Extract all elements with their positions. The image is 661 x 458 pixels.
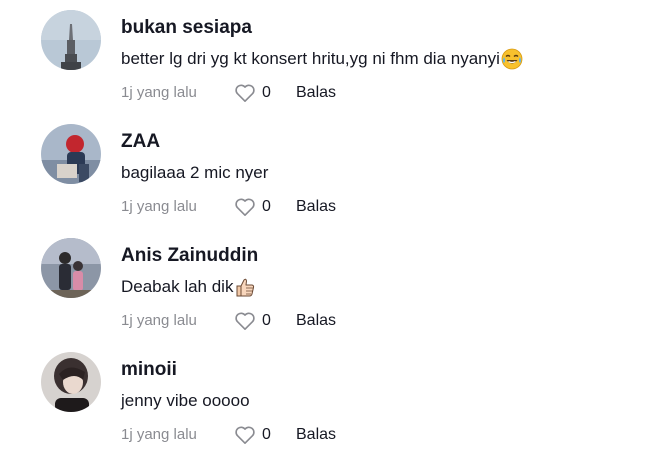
reply-button[interactable]: Balas [296,310,336,332]
reply-button[interactable]: Balas [296,82,336,104]
like-count: 0 [262,426,271,443]
comment-text: bagilaaa 2 mic nyer [121,162,268,184]
comment-timestamp: 1j yang lalu [121,198,197,215]
comment-timestamp: 1j yang lalu [121,312,197,329]
comment-username[interactable]: ZAA [121,130,160,154]
comment-text: Deabak lah dik [121,276,256,298]
comment-body: Deabak lah dik [121,277,234,296]
comment-body: better lg dri yg kt konsert hritu,yg ni … [121,49,500,68]
like-button[interactable]: 0 [234,82,296,104]
tears-of-joy-emoji-icon [501,48,523,70]
comment-body: jenny vibe ooooo [121,391,250,410]
avatar[interactable] [41,238,101,298]
comment-timestamp: 1j yang lalu [121,426,197,443]
avatar[interactable] [41,124,101,184]
heart-icon [235,84,255,102]
like-button[interactable]: 0 [234,196,296,218]
comment-item: bukan sesiapa better lg dri yg kt konser… [0,0,661,114]
like-button[interactable]: 0 [234,310,296,332]
like-count: 0 [262,312,271,329]
comment-meta: 1j yang lalu 0 Balas [121,196,336,218]
comment-meta: 1j yang lalu 0 Balas [121,82,336,104]
avatar-tower-image [41,10,101,70]
comment-username[interactable]: minoii [121,358,177,382]
avatar[interactable] [41,352,101,412]
heart-icon [235,312,255,330]
comment-meta: 1j yang lalu 0 Balas [121,310,336,332]
avatar-person-red-hijab-image [41,124,101,184]
comment-text: jenny vibe ooooo [121,390,250,412]
comment-list: bukan sesiapa better lg dri yg kt konser… [0,0,661,458]
comment-text: better lg dri yg kt konsert hritu,yg ni … [121,48,523,70]
heart-icon [235,426,255,444]
thumbs-up-emoji-icon [234,276,256,298]
reply-button[interactable]: Balas [296,196,336,218]
comment-item: minoii jenny vibe ooooo 1j yang lalu 0 B… [0,342,661,456]
comment-item: Anis Zainuddin Deabak lah dik 1j yang la… [0,228,661,342]
heart-icon [235,198,255,216]
avatar[interactable] [41,10,101,70]
comment-username[interactable]: bukan sesiapa [121,16,252,40]
avatar-portrait-image [41,352,101,412]
like-count: 0 [262,84,271,101]
comment-meta: 1j yang lalu 0 Balas [121,424,336,446]
like-button[interactable]: 0 [234,424,296,446]
comment-item: ZAA bagilaaa 2 mic nyer 1j yang lalu 0 B… [0,114,661,228]
comment-body: bagilaaa 2 mic nyer [121,163,269,182]
comment-username[interactable]: Anis Zainuddin [121,244,258,268]
reply-button[interactable]: Balas [296,424,336,446]
like-count: 0 [262,198,271,215]
avatar-family-photo-image [41,238,101,298]
comment-timestamp: 1j yang lalu [121,84,197,101]
